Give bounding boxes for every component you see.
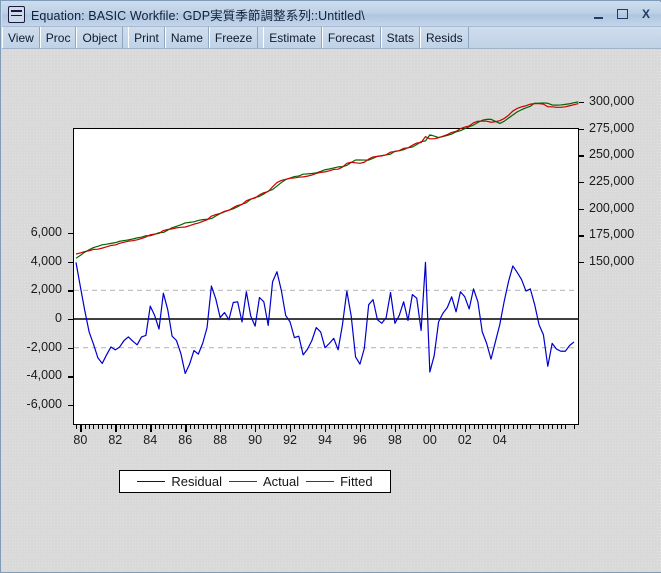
legend-label-fitted: Fitted	[340, 474, 373, 489]
toolbar-button-estimate[interactable]: Estimate	[263, 27, 322, 48]
legend-item-fitted: Fitted	[306, 474, 373, 489]
legend-item-actual: Actual	[228, 474, 300, 489]
window-titlebar[interactable]: Equation: BASIC Workfile: GDP実質季節調整系列::U…	[2, 2, 661, 27]
legend-swatch-residual	[137, 481, 166, 482]
minimize-icon[interactable]	[591, 7, 605, 21]
residual-actual-fitted-chart: 6,000 4,000 2,000 0 -2,000 -4,000 -6,000 300,0…	[2, 49, 661, 572]
toolbar-button-print[interactable]: Print	[128, 27, 165, 48]
toolbar-button-stats[interactable]: Stats	[380, 27, 420, 48]
toolbar-button-proc[interactable]: Proc	[39, 27, 77, 48]
maximize-icon[interactable]	[615, 7, 629, 21]
equation-toolbar: View Proc Object Print Name Freeze Estim…	[2, 27, 661, 49]
window-controls: X	[591, 7, 653, 21]
chart-legend: Residual Actual Fitted	[119, 470, 391, 493]
toolbar-button-forecast[interactable]: Forecast	[321, 27, 381, 48]
legend-swatch-actual	[228, 481, 257, 482]
legend-label-actual: Actual	[262, 474, 300, 489]
close-icon[interactable]: X	[639, 7, 653, 21]
toolbar-button-name[interactable]: Name	[164, 27, 209, 48]
equation-window: Equation: BASIC Workfile: GDP実質季節調整系列::U…	[0, 0, 661, 573]
series-line-residual	[75, 261, 575, 375]
legend-item-residual: Residual	[137, 474, 222, 489]
series-lines	[74, 101, 579, 375]
toolbar-button-view[interactable]: View	[2, 27, 40, 48]
equation-client-area: 6,000 4,000 2,000 0 -2,000 -4,000 -6,000 300,0…	[2, 49, 661, 572]
legend-swatch-fitted	[306, 481, 335, 482]
equation-window-icon	[8, 5, 25, 23]
toolbar-button-object[interactable]: Object	[76, 27, 124, 48]
toolbar-button-resids[interactable]: Resids	[419, 27, 469, 48]
legend-label-residual: Residual	[171, 474, 222, 489]
window-title: Equation: BASIC Workfile: GDP実質季節調整系列::U…	[31, 8, 365, 23]
series-line-actual	[75, 102, 579, 255]
toolbar-button-freeze[interactable]: Freeze	[208, 27, 259, 48]
